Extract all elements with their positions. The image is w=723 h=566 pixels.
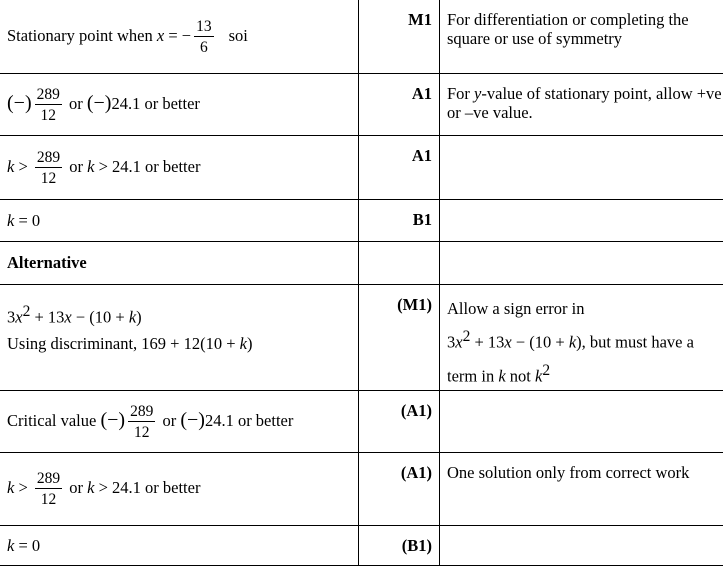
table-row: k = 0 (B1) bbox=[0, 526, 723, 566]
critical-value-label: Critical value bbox=[7, 410, 96, 429]
or-better-text: or better bbox=[145, 156, 200, 175]
work-cell: 3x2 + 13x − (10 + k) Using discriminant,… bbox=[0, 285, 359, 391]
numerator: 289 bbox=[35, 149, 62, 168]
or-text: or bbox=[69, 156, 83, 175]
guidance-cell: One solution only from correct work bbox=[440, 453, 723, 526]
discriminant-line: Using discriminant, 169 + 12(10 + k) bbox=[7, 331, 358, 357]
alternative-heading: Alternative bbox=[0, 242, 359, 285]
work-cell: Stationary point when x = −136soi bbox=[0, 0, 359, 74]
guidance-cell bbox=[440, 200, 723, 242]
guidance-cell bbox=[440, 136, 723, 200]
denominator: 12 bbox=[35, 168, 62, 187]
guidance-cell bbox=[440, 242, 723, 285]
guidance-expression: 3x2 + 13x − (10 + k), but must have a bbox=[447, 323, 723, 357]
numerator: 289 bbox=[35, 86, 62, 105]
table-row: (−)28912 or (−)24.1 or better A1 For y-v… bbox=[0, 74, 723, 136]
bracket-minus: (−) bbox=[7, 91, 32, 113]
denominator: 6 bbox=[194, 37, 214, 56]
guidance-text: term in k not k2 bbox=[447, 357, 723, 391]
table-row: 3x2 + 13x − (10 + k) Using discriminant,… bbox=[0, 285, 723, 391]
fraction: 28912 bbox=[35, 470, 62, 508]
inequality: > 24.1 bbox=[94, 156, 140, 175]
or-text: or bbox=[162, 410, 176, 429]
fraction: 28912 bbox=[35, 149, 62, 187]
table-row: Stationary point when x = −136soi M1 For… bbox=[0, 0, 723, 74]
or-text: or bbox=[69, 93, 83, 112]
fraction: 28912 bbox=[35, 86, 62, 124]
or-better-text: or better bbox=[145, 478, 200, 497]
guidance-text: For bbox=[447, 84, 474, 103]
guidance-cell: For differentiation or completing the sq… bbox=[440, 0, 723, 74]
work-cell: (−)28912 or (−)24.1 or better bbox=[0, 74, 359, 136]
soi-label: soi bbox=[229, 25, 248, 44]
bracket-minus: (−) bbox=[100, 408, 125, 430]
guidance-text: Allow a sign error in bbox=[447, 295, 723, 323]
mark-cell: A1 bbox=[359, 74, 440, 136]
or-better-text: or better bbox=[144, 93, 199, 112]
equals-minus: = − bbox=[164, 25, 191, 44]
numerator: 289 bbox=[128, 403, 155, 422]
guidance-cell bbox=[440, 526, 723, 566]
mark-cell: M1 bbox=[359, 0, 440, 74]
table-row: Critical value (−)28912 or (−)24.1 or be… bbox=[0, 391, 723, 453]
decimal-value: 24.1 bbox=[205, 410, 234, 429]
equation: = 0 bbox=[14, 211, 40, 230]
mark-cell: A1 bbox=[359, 136, 440, 200]
working-text: Stationary point when bbox=[7, 25, 153, 44]
or-text: or bbox=[69, 478, 83, 497]
mark-cell: (B1) bbox=[359, 526, 440, 566]
inequality: > 24.1 bbox=[94, 478, 140, 497]
table-row: Alternative bbox=[0, 242, 723, 285]
numerator: 13 bbox=[194, 18, 214, 37]
fraction: 28912 bbox=[128, 403, 155, 441]
bracket-minus: (−) bbox=[87, 91, 112, 113]
mark-cell: B1 bbox=[359, 200, 440, 242]
decimal-value: 24.1 bbox=[111, 93, 140, 112]
work-cell: Critical value (−)28912 or (−)24.1 or be… bbox=[0, 391, 359, 453]
operator: > bbox=[14, 156, 32, 175]
equation: = 0 bbox=[14, 536, 40, 555]
mark-scheme-table: Stationary point when x = −136soi M1 For… bbox=[0, 0, 723, 566]
mark-cell: (A1) bbox=[359, 453, 440, 526]
operator: > bbox=[14, 478, 32, 497]
guidance-cell bbox=[440, 391, 723, 453]
work-cell: k > 28912 or k > 24.1 or better bbox=[0, 453, 359, 526]
work-cell: k = 0 bbox=[0, 526, 359, 566]
guidance-text: -value of stationary point, allow +ve or… bbox=[447, 84, 722, 122]
work-cell: k = 0 bbox=[0, 200, 359, 242]
mark-cell: (A1) bbox=[359, 391, 440, 453]
denominator: 12 bbox=[35, 489, 62, 508]
work-cell: k > 28912 or k > 24.1 or better bbox=[0, 136, 359, 200]
bracket-minus: (−) bbox=[180, 408, 205, 430]
table-row: k > 28912 or k > 24.1 or better (A1) One… bbox=[0, 453, 723, 526]
guidance-cell: Allow a sign error in 3x2 + 13x − (10 + … bbox=[440, 285, 723, 391]
or-better-text: or better bbox=[238, 410, 293, 429]
table-row: k > 28912 or k > 24.1 or better A1 bbox=[0, 136, 723, 200]
table-row: k = 0 B1 bbox=[0, 200, 723, 242]
numerator: 289 bbox=[35, 470, 62, 489]
denominator: 12 bbox=[128, 422, 155, 441]
guidance-cell: For y-value of stationary point, allow +… bbox=[440, 74, 723, 136]
expression-line: 3x2 + 13x − (10 + k) bbox=[7, 299, 358, 331]
denominator: 12 bbox=[35, 105, 62, 124]
mark-cell bbox=[359, 242, 440, 285]
fraction: 136 bbox=[194, 18, 214, 56]
mark-cell: (M1) bbox=[359, 285, 440, 391]
